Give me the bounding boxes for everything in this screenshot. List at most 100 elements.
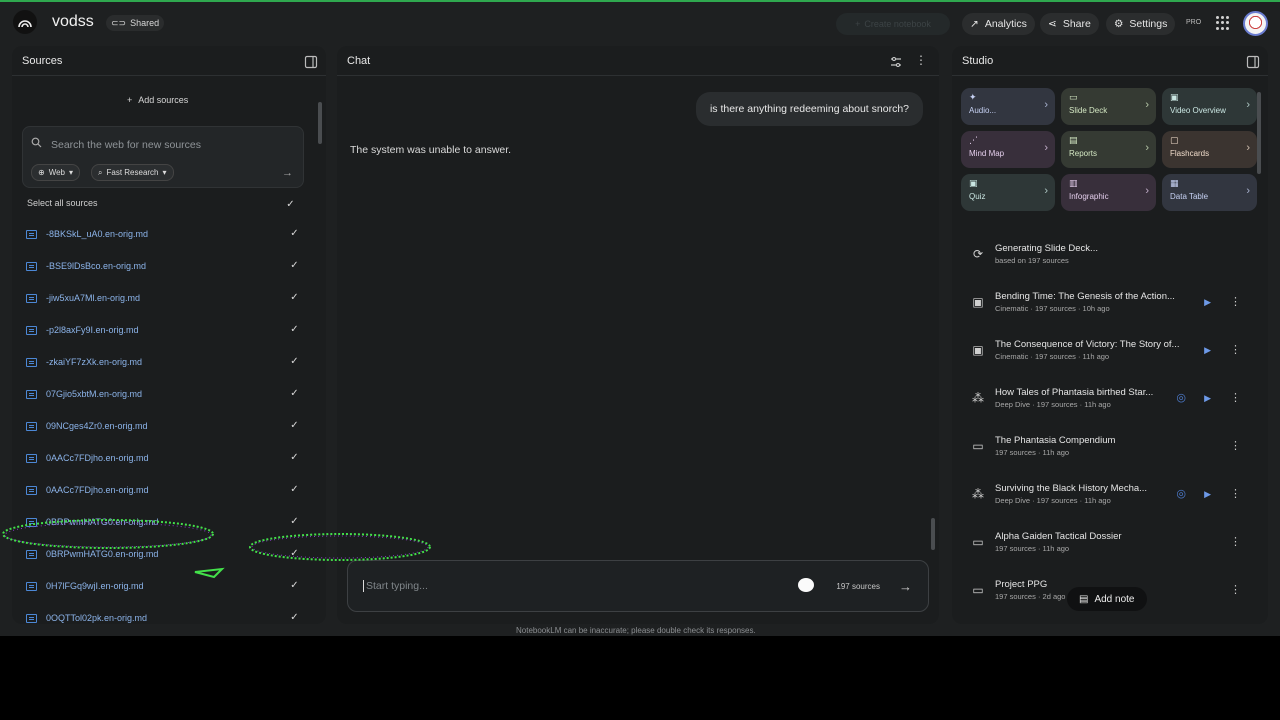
tile-label: Infographic <box>1069 192 1109 201</box>
studio-tile-audio[interactable]: ✦ Audio... › <box>961 88 1055 125</box>
list-item[interactable]: -8BKSkL_uA0.en-orig.md ✓ <box>26 218 300 250</box>
plus-icon: + <box>127 95 133 105</box>
list-item[interactable]: 09NCges4Zr0.en-orig.md ✓ <box>26 410 300 442</box>
chevron-down-icon: ▾ <box>162 168 167 177</box>
interactive-audio-icon[interactable]: ◎ <box>1176 391 1186 404</box>
search-input[interactable]: Search the web for new sources <box>51 139 201 151</box>
source-checkbox[interactable]: ✓ <box>289 356 300 367</box>
chevron-right-icon: › <box>1246 142 1250 154</box>
source-checkbox[interactable]: ✓ <box>289 612 300 623</box>
list-item[interactable]: 0BRPwmHATG0.en-orig.md ✓ <box>26 538 300 570</box>
file-icon <box>26 453 37 463</box>
studio-tile-data-table[interactable]: ▦ Data Table › <box>1162 174 1257 211</box>
more-vert-icon[interactable]: ⋮ <box>1230 439 1241 452</box>
chat-scrollbar[interactable] <box>931 518 935 550</box>
list-item[interactable]: 0AACc7FDjho.en-orig.md ✓ <box>26 442 300 474</box>
note-text: The Phantasia Compendium 197 sources · 11… <box>995 435 1115 457</box>
create-notebook-button[interactable]: + Create notebook <box>836 13 950 35</box>
more-vert-icon[interactable]: ⋮ <box>1230 535 1241 548</box>
share-button[interactable]: ⋖ Share <box>1040 13 1099 35</box>
plus-icon: + <box>855 19 861 29</box>
sync-icon: ⟳ <box>972 247 984 261</box>
studio-tile-reports[interactable]: ▤ Reports › <box>1061 131 1156 168</box>
studio-tile-mind-map[interactable]: ⋰ Mind Map › <box>961 131 1055 168</box>
interactive-audio-icon[interactable]: ◎ <box>1176 487 1186 500</box>
trending-icon: ↗ <box>970 18 979 30</box>
more-vert-icon[interactable]: ⋮ <box>1230 487 1241 500</box>
source-checkbox[interactable]: ✓ <box>289 420 300 431</box>
source-checkbox[interactable]: ✓ <box>289 516 300 527</box>
list-item[interactable]: 0AACc7FDjho.en-orig.md ✓ <box>26 474 300 506</box>
list-item[interactable]: 0BRPwmHATG0.en-orig.md ✓ <box>26 506 300 538</box>
source-name: 0OQTTol02pk.en-orig.md <box>46 613 148 623</box>
more-vert-icon[interactable]: ⋮ <box>1230 295 1241 308</box>
submit-arrow-icon[interactable]: → <box>282 167 293 179</box>
list-item[interactable]: -jiw5xuA7Ml.en-orig.md ✓ <box>26 282 300 314</box>
list-item[interactable]: 0OQTTol02pk.en-orig.md ✓ <box>26 602 300 634</box>
source-checkbox[interactable]: ✓ <box>289 484 300 495</box>
list-item[interactable]: -p2l8axFy9I.en-orig.md ✓ <box>26 314 300 346</box>
add-sources-button[interactable]: + Add sources <box>127 95 188 105</box>
studio-tile-video-overview[interactable]: ▣ Video Overview › <box>1162 88 1257 125</box>
studio-title: Studio <box>962 54 994 67</box>
select-all-checkbox[interactable]: ✓ <box>285 199 296 210</box>
sources-panel: Sources + Add sources Search the web for… <box>12 46 326 624</box>
studio-note-item[interactable]: ▭ The Phantasia Compendium 197 sources · 1… <box>961 422 1251 470</box>
source-checkbox[interactable]: ✓ <box>289 260 300 271</box>
more-vert-icon[interactable]: ⋮ <box>915 53 927 67</box>
list-item[interactable]: 0H7lFGq9wjI.en-orig.md ✓ <box>26 570 300 602</box>
settings-button[interactable]: ⚙ Settings <box>1106 13 1176 35</box>
source-checkbox[interactable]: ✓ <box>289 324 300 335</box>
studio-note-item[interactable]: ⁂ How Tales of Phantasia birthed Star... D… <box>961 374 1251 422</box>
file-icon <box>26 357 37 367</box>
notebook-title[interactable]: vodss <box>52 13 94 31</box>
globe-icon: ⊕ <box>38 168 45 177</box>
studio-note-item[interactable]: ▣ The Consequence of Victory: The Story o… <box>961 326 1251 374</box>
apps-grid-icon[interactable] <box>1216 16 1230 30</box>
add-note-button[interactable]: ▤ Add note <box>1067 587 1147 611</box>
chevron-right-icon: › <box>1246 99 1250 111</box>
play-icon[interactable]: ▶ <box>1204 345 1211 356</box>
list-item[interactable]: -zkaiYF7zXk.en-orig.md ✓ <box>26 346 300 378</box>
source-checkbox[interactable]: ✓ <box>289 228 300 239</box>
chat-input-box[interactable]: Start typing... 197 sources → <box>347 560 929 612</box>
web-dropdown[interactable]: ⊕ Web ▾ <box>31 164 81 181</box>
research-label: Fast Research <box>106 168 159 177</box>
send-arrow-icon[interactable]: → <box>899 579 912 594</box>
tune-icon[interactable] <box>889 55 903 69</box>
source-name: -jiw5xuA7Ml.en-orig.md <box>46 293 141 303</box>
chat-input[interactable]: Start typing... <box>363 580 428 592</box>
more-vert-icon[interactable]: ⋮ <box>1230 391 1241 404</box>
source-checkbox[interactable]: ✓ <box>289 292 300 303</box>
list-item[interactable]: -BSE9lDsBco.en-orig.md ✓ <box>26 250 300 282</box>
sources-scrollbar[interactable] <box>318 102 322 144</box>
collapse-panel-icon[interactable] <box>1246 55 1260 69</box>
notebooklm-logo-icon[interactable] <box>13 10 37 34</box>
studio-scrollbar[interactable] <box>1257 92 1261 174</box>
studio-note-item[interactable]: ⁂ Surviving the Black History Mecha... Dee… <box>961 470 1251 518</box>
studio-tile-flashcards[interactable]: ▢ Flashcards › <box>1162 131 1257 168</box>
play-icon[interactable]: ▶ <box>1204 393 1211 404</box>
research-mode-dropdown[interactable]: ⌕ Fast Research ▾ <box>91 164 174 181</box>
source-checkbox[interactable]: ✓ <box>289 580 300 591</box>
more-vert-icon[interactable]: ⋮ <box>1230 343 1241 356</box>
play-icon[interactable]: ▶ <box>1204 489 1211 500</box>
studio-tile-infographic[interactable]: ▥ Infographic › <box>1061 174 1156 211</box>
studio-tile-quiz[interactable]: ▣ Quiz › <box>961 174 1055 211</box>
source-checkbox[interactable]: ✓ <box>289 388 300 399</box>
source-count: 197 sources <box>836 582 880 591</box>
studio-tile-slide-deck[interactable]: ▭ Slide Deck › <box>1061 88 1156 125</box>
studio-note-item[interactable]: ▭ Alpha Gaiden Tactical Dossier 197 source… <box>961 518 1251 566</box>
more-vert-icon[interactable]: ⋮ <box>1230 583 1241 596</box>
studio-note-item[interactable]: ⟳ Generating Slide Deck... based on 197 so… <box>961 230 1251 278</box>
studio-note-item[interactable]: ▣ Bending Time: The Genesis of the Action… <box>961 278 1251 326</box>
list-item[interactable]: 07Gjio5xbtM.en-orig.md ✓ <box>26 378 300 410</box>
avatar[interactable] <box>1243 11 1268 36</box>
analytics-button[interactable]: ↗ Analytics <box>962 13 1035 35</box>
source-checkbox[interactable]: ✓ <box>289 452 300 463</box>
source-checkbox[interactable]: ✓ <box>289 548 300 559</box>
research-icon: ⌕ <box>98 167 103 177</box>
play-icon[interactable]: ▶ <box>1204 297 1211 308</box>
collapse-panel-icon[interactable] <box>304 55 318 69</box>
slides-icon: ▭ <box>1069 92 1078 102</box>
